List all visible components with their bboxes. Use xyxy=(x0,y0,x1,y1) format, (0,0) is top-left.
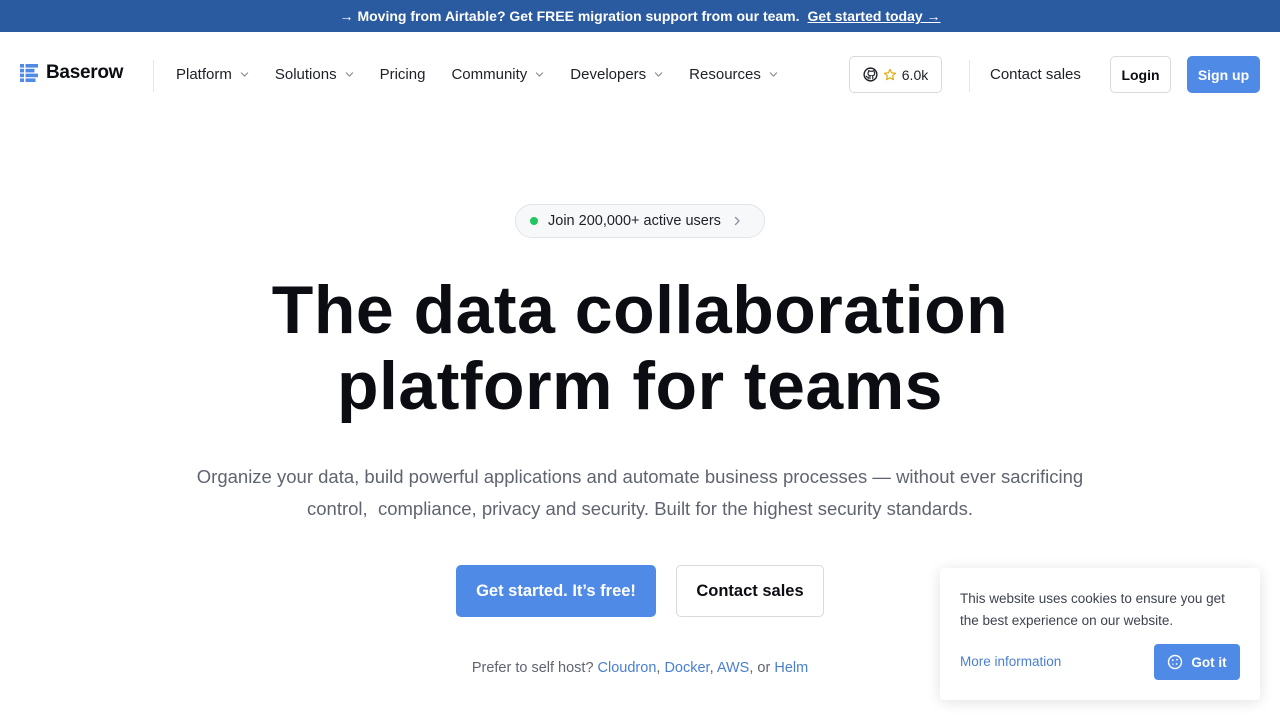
self-host-prefix: Prefer to self host? xyxy=(471,660,594,676)
arrow-right-icon: → xyxy=(339,8,354,24)
nav-item-label: Platform xyxy=(176,65,232,83)
nav-item-label: Developers xyxy=(570,65,647,83)
cookie-accept-label: Got it xyxy=(1191,654,1227,670)
hero-headline-line: The data collaboration xyxy=(271,272,1009,348)
chevron-right-icon xyxy=(733,214,741,229)
nav-item-resources[interactable]: Resources xyxy=(689,66,778,83)
nav-item-platform[interactable]: Platform xyxy=(176,66,249,83)
announcement-cta-link[interactable]: Get started today → xyxy=(808,8,941,24)
hero-subtitle: Organize your data, build powerful appli… xyxy=(170,461,1110,525)
star-icon xyxy=(883,68,896,80)
chevron-down-icon xyxy=(769,71,778,77)
contact-sales-button[interactable]: Contact sales xyxy=(676,565,824,617)
github-icon xyxy=(863,67,878,82)
cookie-icon xyxy=(1168,654,1183,670)
announcement-bar: → Moving from Airtable? Get FREE migrati… xyxy=(0,0,1280,32)
logo-text: Baserow xyxy=(46,62,124,83)
hero-headline-line: platform for teams xyxy=(337,348,943,424)
nav-item-label: Community xyxy=(451,65,528,83)
nav-item-developers[interactable]: Developers xyxy=(570,66,663,83)
top-navigation: Baserow Platform Solutions Pricing Communit… xyxy=(0,32,1280,116)
contact-sales-link[interactable]: Contact sales xyxy=(990,66,1081,83)
cookie-banner: This website uses cookies to ensure you … xyxy=(940,568,1260,700)
nav-menu: Platform Solutions Pricing Community Develop… xyxy=(176,32,804,116)
github-stars-button[interactable]: 6.0k xyxy=(849,56,942,93)
self-host-link-cloudron[interactable]: Cloudron xyxy=(598,660,657,676)
chevron-down-icon xyxy=(240,71,249,77)
separator-or: , or xyxy=(749,660,771,676)
chevron-down-icon xyxy=(654,71,663,77)
announcement-text: Moving from Airtable? Get FREE migration… xyxy=(357,8,800,24)
nav-item-solutions[interactable]: Solutions xyxy=(275,66,354,83)
nav-item-label: Solutions xyxy=(274,65,337,83)
chevron-down-icon xyxy=(536,71,544,77)
cookie-accept-button[interactable]: Got it xyxy=(1154,644,1240,680)
active-users-pill[interactable]: Join 200,000+ active users xyxy=(515,204,765,238)
active-users-text: Join 200,000+ active users xyxy=(548,213,721,229)
hero-subtitle-line: Organize your data, build powerful appli… xyxy=(196,466,1084,487)
cookie-more-info-link[interactable]: More information xyxy=(960,654,1061,669)
separator-comma: , xyxy=(709,660,717,676)
baserow-logo-icon xyxy=(20,64,38,82)
chevron-down-icon xyxy=(345,71,353,77)
nav-item-label: Resources xyxy=(689,65,761,83)
nav-item-pricing[interactable]: Pricing xyxy=(380,66,426,83)
logo[interactable]: Baserow xyxy=(20,62,123,84)
nav-item-label: Pricing xyxy=(379,65,426,83)
github-stars-count: 6.0k xyxy=(901,66,929,83)
signup-button[interactable]: Sign up xyxy=(1187,56,1260,93)
get-started-button[interactable]: Get started. It’s free! xyxy=(456,565,656,617)
self-host-link-aws[interactable]: AWS xyxy=(717,660,750,676)
nav-item-community[interactable]: Community xyxy=(451,66,544,83)
login-button[interactable]: Login xyxy=(1110,56,1171,93)
nav-divider xyxy=(969,60,970,92)
self-host-link-helm[interactable]: Helm xyxy=(774,660,808,676)
nav-divider xyxy=(153,60,154,92)
cookie-message: This website uses cookies to ensure you … xyxy=(960,591,1225,628)
hero-headline: The data collaboration platform for team… xyxy=(0,272,1280,424)
status-dot-icon xyxy=(530,217,538,225)
hero-subtitle-line: control, compliance, privacy and securit… xyxy=(307,498,973,519)
self-host-link-docker[interactable]: Docker xyxy=(664,660,709,676)
